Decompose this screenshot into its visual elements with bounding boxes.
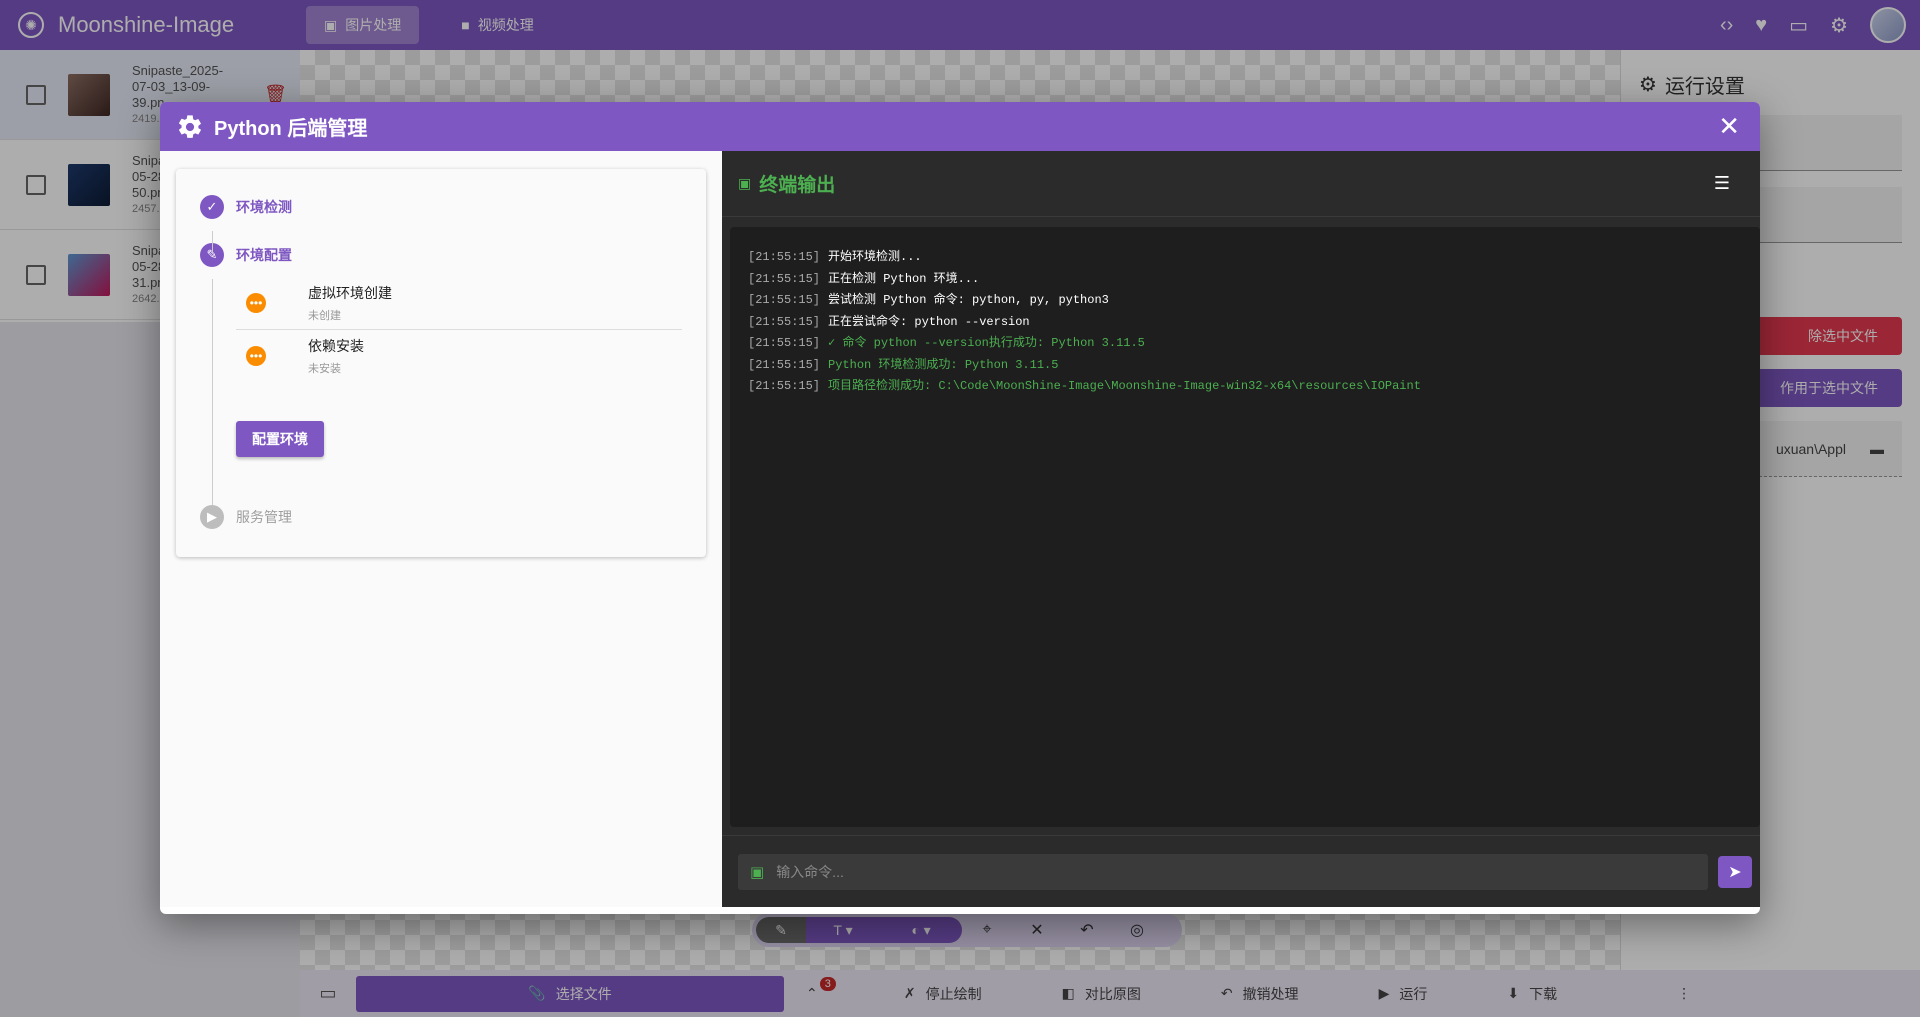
send-icon: ➤ bbox=[1728, 863, 1742, 881]
dialog-body: ✓ 环境检测 ✎ 环境配置 ••• 虚拟环境创建 未创建 ••• 依赖安装 未安… bbox=[160, 151, 1760, 907]
substep-status: 未安装 bbox=[308, 362, 341, 375]
python-backend-dialog: Python 后端管理 ✕ ✓ 环境检测 ✎ 环境配置 ••• 虚拟环境创建 未… bbox=[160, 102, 1760, 914]
substep-title: 虚拟环境创建 bbox=[308, 285, 392, 301]
setup-column: ✓ 环境检测 ✎ 环境配置 ••• 虚拟环境创建 未创建 ••• 依赖安装 未安… bbox=[160, 151, 722, 907]
terminal-icon: ▣ bbox=[738, 175, 752, 191]
terminal-title: 终端输出 bbox=[759, 175, 836, 196]
log-message: 开始环境检测... bbox=[828, 250, 922, 264]
log-message: 正在尝试命令: python --version bbox=[828, 314, 1030, 329]
substep-list: ••• 虚拟环境创建 未创建 ••• 依赖安装 未安装 bbox=[200, 277, 682, 381]
pending-icon: ••• bbox=[246, 345, 266, 366]
terminal-panel: ▣ 终端输出 ☰ [21:55:15] 开始环境检测... [21:55:15] 正在… bbox=[722, 151, 1760, 907]
log-timestamp: [21:55:15] bbox=[748, 336, 821, 350]
dialog-header: Python 后端管理 ✕ bbox=[160, 102, 1760, 151]
step-service-manage[interactable]: ▶ 服务管理 bbox=[200, 505, 292, 529]
log-line: [21:55:15] 正在尝试命令: python --version bbox=[748, 312, 1742, 334]
step-label: 环境配置 bbox=[236, 247, 292, 263]
log-timestamp: [21:55:15] bbox=[748, 314, 821, 329]
substep-status: 未创建 bbox=[308, 310, 341, 322]
step-env-config[interactable]: ✎ 环境配置 bbox=[200, 243, 682, 267]
terminal-input-row: ▣ ➤ bbox=[722, 835, 1760, 907]
terminal-output: [21:55:15] 开始环境检测... [21:55:15] 正在检测 Python… bbox=[730, 227, 1760, 827]
step-connector bbox=[212, 231, 213, 253]
gear-icon bbox=[179, 114, 201, 138]
substep-venv: ••• 虚拟环境创建 未创建 bbox=[236, 277, 682, 329]
log-timestamp: [21:55:15] bbox=[748, 271, 821, 286]
log-message: ✓ 命令 python --version执行成功: Python 3.11.5 bbox=[828, 336, 1145, 350]
console-icon: ▣ bbox=[750, 863, 765, 881]
log-line: [21:55:15] 正在检测 Python 环境... bbox=[748, 269, 1742, 291]
terminal-header: ▣ 终端输出 ☰ bbox=[722, 151, 1760, 217]
log-timestamp: [21:55:15] bbox=[748, 357, 821, 372]
log-line: [21:55:15] Python 环境检测成功: Python 3.11.5 bbox=[748, 355, 1742, 377]
log-message: 项目路径检测成功: C:\Code\MoonShine-Image\Moonsh… bbox=[828, 379, 1421, 393]
log-line: [21:55:15] ✓ 命令 python --version执行成功: Pyt… bbox=[748, 333, 1742, 355]
step-env-detect[interactable]: ✓ 环境检测 bbox=[200, 195, 682, 219]
step-connector bbox=[212, 279, 213, 505]
dialog-title: Python 后端管理 bbox=[214, 118, 368, 140]
substep-title: 依赖安装 bbox=[308, 337, 364, 354]
send-button[interactable]: ➤ bbox=[1718, 855, 1752, 888]
log-message: 尝试检测 Python 命令: python, py, python3 bbox=[828, 293, 1109, 307]
command-input[interactable] bbox=[776, 863, 1677, 880]
log-timestamp: [21:55:15] bbox=[748, 379, 821, 393]
play-icon: ▶ bbox=[200, 505, 224, 529]
close-icon[interactable]: ✕ bbox=[1718, 111, 1740, 142]
pending-icon: ••• bbox=[246, 293, 266, 313]
log-line: [21:55:15] 尝试检测 Python 命令: python, py, py… bbox=[748, 290, 1742, 312]
substep-deps: ••• 依赖安装 未安装 bbox=[236, 329, 682, 381]
command-input-wrapper: ▣ bbox=[738, 853, 1708, 890]
log-message: 正在检测 Python 环境... bbox=[828, 271, 980, 286]
check-icon: ✓ bbox=[200, 195, 224, 219]
log-line: [21:55:15] 项目路径检测成功: C:\Code\MoonShine-Im… bbox=[748, 376, 1742, 398]
setup-stepper: ✓ 环境检测 ✎ 环境配置 ••• 虚拟环境创建 未创建 ••• 依赖安装 未安… bbox=[176, 169, 706, 557]
log-message: Python 环境检测成功: Python 3.11.5 bbox=[828, 357, 1059, 372]
step-label: 服务管理 bbox=[236, 509, 292, 525]
configure-env-button[interactable]: 配置环境 bbox=[236, 421, 324, 457]
substep-text: 虚拟环境创建 未创建 bbox=[308, 283, 392, 323]
step-label: 环境检测 bbox=[236, 199, 292, 215]
clear-log-icon[interactable]: ☰ bbox=[1714, 173, 1730, 194]
log-timestamp: [21:55:15] bbox=[748, 293, 821, 307]
log-timestamp: [21:55:15] bbox=[748, 250, 821, 264]
substep-text: 依赖安装 未安装 bbox=[308, 336, 364, 376]
log-line: [21:55:15] 开始环境检测... bbox=[748, 247, 1742, 269]
